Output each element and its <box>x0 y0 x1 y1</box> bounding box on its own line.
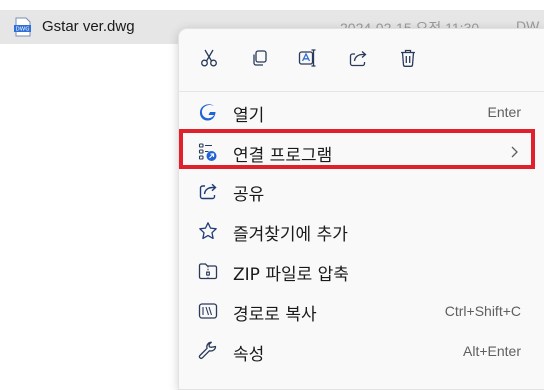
copy-path-icon <box>198 301 218 321</box>
rename-button[interactable] <box>293 43 323 73</box>
wrench-icon <box>198 341 218 361</box>
delete-button[interactable] <box>393 43 423 73</box>
menu-item-add-favorites[interactable]: 즐겨찾기에 추가 <box>179 212 535 250</box>
menu-item-open[interactable]: 열기 Enter <box>179 93 535 131</box>
toolbar-divider <box>179 91 544 92</box>
menu-item-label: ZIP 파일로 압축 <box>233 265 349 285</box>
share-icon <box>349 51 367 67</box>
open-with-icon <box>198 142 218 162</box>
cut-icon <box>201 49 217 67</box>
share-icon <box>198 181 218 201</box>
context-menu: 열기 Enter 연결 프로그램 공유 즐겨찾기에 추가 ZIP 파일로 압축 … <box>178 28 544 390</box>
shortcut-text: Enter <box>487 104 521 120</box>
shortcut-text: Ctrl+Shift+C <box>444 303 521 319</box>
cut-button[interactable] <box>194 43 224 73</box>
shortcut-text: Alt+Enter <box>463 343 521 359</box>
menu-item-label: 속성 <box>233 345 265 365</box>
file-name: Gstar ver.dwg <box>42 18 135 35</box>
svg-text:DWG: DWG <box>16 27 30 33</box>
copy-button[interactable] <box>244 43 274 73</box>
zip-folder-icon <box>198 261 218 281</box>
menu-item-label: 경로로 복사 <box>233 305 317 325</box>
menu-item-properties[interactable]: 속성 Alt+Enter <box>179 332 535 370</box>
copy-icon <box>253 50 267 66</box>
menu-item-copy-path[interactable]: 경로로 복사 Ctrl+Shift+C <box>179 292 535 330</box>
menu-item-label: 즐겨찾기에 추가 <box>233 225 348 245</box>
menu-item-open-with[interactable]: 연결 프로그램 <box>179 133 535 171</box>
menu-item-share[interactable]: 공유 <box>179 172 535 210</box>
rename-icon <box>298 49 316 67</box>
menu-item-label: 공유 <box>233 185 265 205</box>
menu-item-label: 열기 <box>233 106 265 126</box>
gstar-app-icon <box>198 102 218 122</box>
menu-item-label: 연결 프로그램 <box>233 146 333 166</box>
dwg-file-icon: DWG <box>14 17 32 37</box>
share-toolbar-button[interactable] <box>343 43 373 73</box>
chevron-right-icon <box>509 144 519 160</box>
delete-icon <box>401 49 415 67</box>
context-menu-toolbar <box>179 29 544 87</box>
star-icon <box>198 221 218 241</box>
menu-item-compress-zip[interactable]: ZIP 파일로 압축 <box>179 252 535 290</box>
